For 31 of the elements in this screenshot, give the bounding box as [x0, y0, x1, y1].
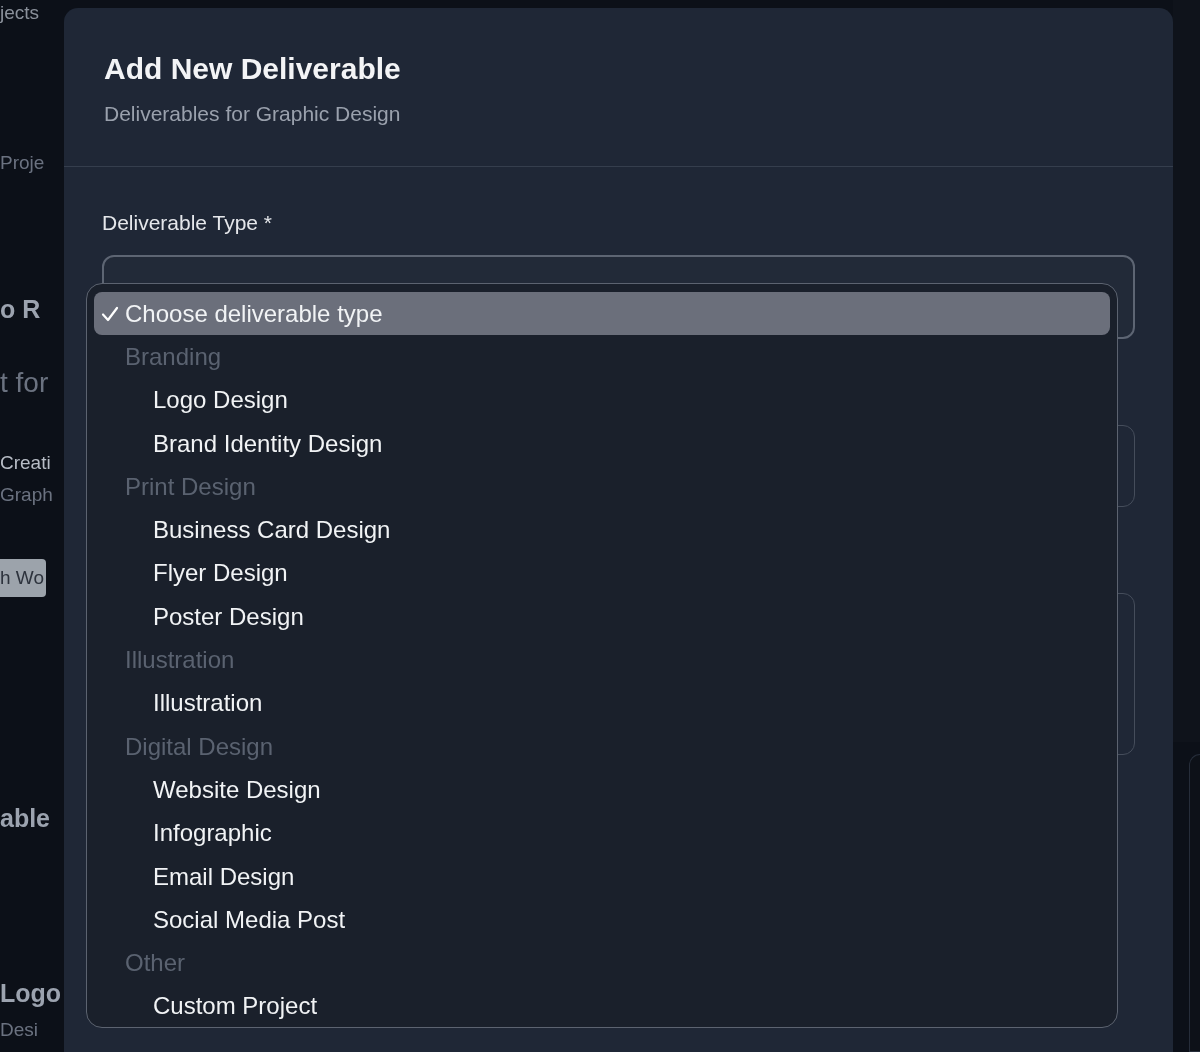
page-text: o R [0, 294, 41, 324]
check-icon [101, 305, 119, 322]
dropdown-option[interactable]: Infographic [94, 811, 1110, 855]
dropdown-option[interactable]: Poster Design [94, 595, 1110, 639]
page-text: able [0, 804, 51, 833]
page-text: Creati [0, 451, 51, 474]
dropdown-option[interactable]: Brand Identity Design [94, 421, 1110, 466]
page-text: Desi [0, 1018, 38, 1041]
option-group-label: Illustration [124, 645, 236, 675]
page-text: Logo [0, 978, 62, 1008]
dropdown-option[interactable]: Choose deliverable type [94, 292, 1110, 336]
dropdown-option[interactable]: Logo Design [94, 378, 1110, 422]
page-text: Graph [0, 484, 53, 507]
dropdown-option[interactable]: Flyer Design [94, 551, 1110, 596]
dialog-subtitle: Deliverables for Graphic Design [104, 102, 402, 126]
dropdown-option[interactable]: Website Design [94, 768, 1110, 812]
page-text: t for [0, 367, 49, 400]
option-group-label: Other [124, 948, 187, 979]
option-group-label: Branding [124, 341, 223, 372]
dropdown-option[interactable]: Email Design [94, 854, 1110, 899]
dropdown-option[interactable]: Illustration [94, 681, 1110, 725]
field-label: Deliverable Type * [102, 211, 274, 235]
option-group-label: Digital Design [124, 731, 275, 762]
tag: h Wo [0, 559, 46, 598]
option-group-label: Print Design [124, 471, 257, 502]
dropdown-option[interactable]: Custom Project [94, 984, 1110, 1029]
page-text: jects [0, 2, 40, 24]
dropdown-option[interactable]: Business Card Design [94, 508, 1110, 552]
page-text: Proje [0, 151, 45, 174]
dialog-title: Add New Deliverable [104, 52, 402, 86]
dropdown-option[interactable]: Social Media Post [94, 898, 1110, 942]
